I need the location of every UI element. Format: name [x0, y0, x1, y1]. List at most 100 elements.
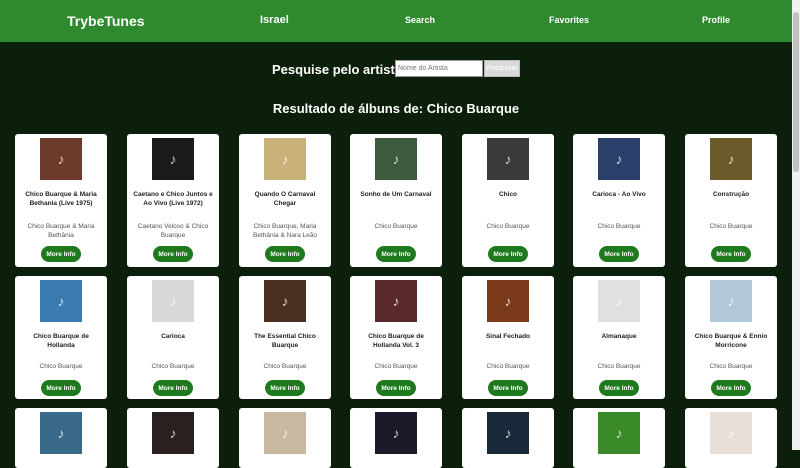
album-cover-image: ♪	[487, 412, 529, 454]
search-button[interactable]: Pesquisar	[484, 60, 520, 77]
album-artist: Chico Buarque	[151, 363, 195, 370]
album-title: Carioca - Ao Vivo	[592, 191, 646, 198]
album-cover-image: ♪	[375, 280, 417, 322]
more-info-button[interactable]: More Info	[599, 380, 639, 396]
album-artist: Chico Buarque	[486, 223, 530, 230]
music-note-icon: ♪	[392, 293, 400, 309]
album-artist: Chico Buarque & Maria Bethânia	[27, 223, 95, 239]
scrollbar-thumb[interactable]	[793, 12, 799, 172]
album-cover-image: ♪	[375, 138, 417, 180]
nav-favorites-link[interactable]: Favorites	[549, 15, 589, 25]
album-cover-image: ♪	[487, 280, 529, 322]
album-cover-image: ♪	[40, 138, 82, 180]
album-title: Chico Buarque & Maria Bethania (Live 197…	[25, 191, 97, 207]
music-note-icon: ♪	[615, 293, 623, 309]
album-title: Chico Buarque de Hollanda	[33, 333, 89, 349]
page-scrollbar[interactable]	[792, 0, 800, 450]
music-note-icon: ♪	[615, 425, 623, 441]
album-cover-image: ♪	[152, 138, 194, 180]
album-artist: Chico Buarque	[486, 363, 530, 370]
more-info-button[interactable]: More Info	[41, 246, 81, 262]
album-card: ♪ Caetano e Chico Juntos e Ao Vivo (Live …	[127, 134, 219, 267]
more-info-button[interactable]: More Info	[265, 246, 305, 262]
music-note-icon: ♪	[169, 151, 177, 167]
album-card: ♪	[239, 408, 331, 468]
album-card: ♪ Chico Buarque de Hollanda Vol. 3 Chico B…	[350, 276, 442, 399]
album-card: ♪ Sinal Fechado Chico Buarque More Info	[462, 276, 554, 399]
music-note-icon: ♪	[281, 151, 289, 167]
music-note-icon: ♪	[727, 293, 735, 309]
album-artist: Chico Buarque, Maria Bethânia & Nara Leã…	[253, 223, 317, 239]
music-note-icon: ♪	[615, 151, 623, 167]
album-title: Chico	[498, 191, 518, 198]
album-title: Chico Buarque de Hollanda Vol. 3	[368, 333, 424, 349]
music-note-icon: ♪	[281, 293, 289, 309]
album-artist: Caetano Veloso & Chico Buarque	[137, 223, 209, 239]
more-info-button[interactable]: More Info	[376, 246, 416, 262]
album-title: Quando O Carnaval Chegar	[254, 191, 316, 207]
album-card: ♪ Carioca - Ao Vivo Chico Buarque More Info	[573, 134, 665, 267]
album-artist: Chico Buarque	[263, 363, 307, 370]
music-note-icon: ♪	[169, 293, 177, 309]
artist-search-input[interactable]	[395, 60, 483, 77]
music-note-icon: ♪	[392, 151, 400, 167]
more-info-button[interactable]: More Info	[711, 380, 751, 396]
music-note-icon: ♪	[392, 425, 400, 441]
more-info-button[interactable]: More Info	[376, 380, 416, 396]
album-card: ♪	[15, 408, 107, 468]
album-card: ♪	[462, 408, 554, 468]
album-card: ♪ The Essential Chico Buarque Chico Buarqu…	[239, 276, 331, 399]
music-note-icon: ♪	[57, 151, 65, 167]
more-info-button[interactable]: More Info	[488, 380, 528, 396]
album-card: ♪ Carioca Chico Buarque More Info	[127, 276, 219, 399]
album-card: ♪ Almanaque Chico Buarque More Info	[573, 276, 665, 399]
music-note-icon: ♪	[504, 425, 512, 441]
album-card: ♪ Quando O Carnaval Chegar Chico Buarque, …	[239, 134, 331, 267]
nav-search-link[interactable]: Search	[405, 15, 435, 25]
more-info-button[interactable]: More Info	[41, 380, 81, 396]
album-title: Chico Buarque & Ennio Morricone	[694, 333, 768, 349]
music-note-icon: ♪	[504, 293, 512, 309]
album-card: ♪ Construção Chico Buarque More Info	[685, 134, 777, 267]
album-cover-image: ♪	[598, 138, 640, 180]
album-cover-image: ♪	[598, 280, 640, 322]
album-cover-image: ♪	[152, 280, 194, 322]
album-title: Caetano e Chico Juntos e Ao Vivo (Live 1…	[133, 191, 213, 207]
album-card: ♪ Chico Chico Buarque More Info	[462, 134, 554, 267]
album-artist: Chico Buarque	[597, 363, 641, 370]
album-cover-image: ♪	[40, 280, 82, 322]
more-info-button[interactable]: More Info	[153, 380, 193, 396]
nav-user-name[interactable]: Israel	[260, 14, 289, 26]
more-info-button[interactable]: More Info	[711, 246, 751, 262]
app-logo[interactable]: TrybeTunes	[67, 13, 145, 29]
album-artist: Chico Buarque	[597, 223, 641, 230]
search-label: Pesquise pelo artista:	[272, 62, 407, 77]
music-note-icon: ♪	[281, 425, 289, 441]
album-cover-image: ♪	[264, 280, 306, 322]
more-info-button[interactable]: More Info	[153, 246, 193, 262]
music-note-icon: ♪	[727, 151, 735, 167]
more-info-button[interactable]: More Info	[599, 246, 639, 262]
album-title: Sonho de Um Carnaval	[360, 191, 432, 198]
album-card: ♪ Chico Buarque & Maria Bethania (Live 19…	[15, 134, 107, 267]
nav-profile-link[interactable]: Profile	[702, 15, 730, 25]
album-card: ♪	[573, 408, 665, 468]
album-artist: Chico Buarque	[374, 363, 418, 370]
more-info-button[interactable]: More Info	[265, 380, 305, 396]
album-card: ♪	[350, 408, 442, 468]
album-artist: Chico Buarque	[709, 363, 753, 370]
album-cover-image: ♪	[598, 412, 640, 454]
album-cover-image: ♪	[264, 138, 306, 180]
album-card: ♪	[685, 408, 777, 468]
music-note-icon: ♪	[727, 425, 735, 441]
album-artist: Chico Buarque	[709, 223, 753, 230]
album-cover-image: ♪	[152, 412, 194, 454]
album-cover-image: ♪	[710, 412, 752, 454]
results-heading: Resultado de álbuns de: Chico Buarque	[272, 101, 520, 116]
album-cover-image: ♪	[264, 412, 306, 454]
album-title: Construção	[712, 191, 750, 198]
music-note-icon: ♪	[504, 151, 512, 167]
album-card: ♪	[127, 408, 219, 468]
more-info-button[interactable]: More Info	[488, 246, 528, 262]
album-cover-image: ♪	[710, 280, 752, 322]
